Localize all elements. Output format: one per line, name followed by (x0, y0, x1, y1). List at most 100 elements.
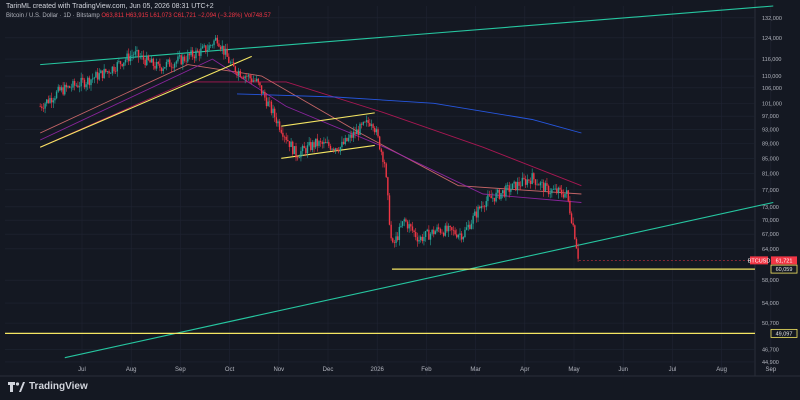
candle-body (359, 123, 361, 135)
candle-body (82, 77, 84, 80)
candle-body (124, 59, 127, 63)
candle-body (485, 201, 487, 208)
candle-body (226, 48, 228, 57)
candle-body (526, 179, 528, 185)
candle-body (549, 193, 551, 195)
legend-change: −2,094 (−3.28%) (197, 13, 243, 19)
candle-body (562, 194, 565, 198)
candle-body (546, 183, 548, 186)
candle-body (192, 50, 194, 57)
candle-body (187, 53, 189, 62)
candle-body (242, 77, 245, 79)
candle-body (236, 72, 238, 76)
candle-body (349, 134, 351, 138)
chart-canvas[interactable]: 60,05949,097BTCUSD 61,721 132,000124,0001… (0, 0, 800, 400)
candle-body (210, 45, 212, 46)
candle-body (406, 221, 409, 229)
candle-body (426, 229, 428, 232)
candle-body (341, 141, 343, 148)
candle-body (228, 56, 230, 63)
price-tick-label: 77,000 (762, 188, 779, 194)
candle-body (108, 71, 110, 74)
price-tick-label: 124,000 (762, 36, 782, 42)
candle-body (533, 173, 535, 180)
price-tick-label: 110,000 (762, 74, 781, 80)
candle-body (493, 197, 496, 202)
candle-body (342, 141, 345, 145)
moving-average-line (236, 93, 582, 134)
candle-body (405, 219, 407, 222)
candle-body (177, 56, 179, 62)
candle-body (556, 188, 558, 194)
candle-body (178, 55, 181, 57)
price-tick-label: 44,900 (762, 360, 779, 366)
candle-body (460, 233, 463, 240)
candle-body (536, 184, 538, 186)
candle-body (410, 224, 412, 227)
candle-body (488, 195, 491, 196)
candle-body (505, 185, 507, 197)
ohlc-legend: Bitcoin / U.S. Dollar · 1D · Bitstamp O6… (6, 13, 271, 19)
candle-body (328, 142, 330, 146)
candle-body (400, 225, 402, 227)
candle-body (449, 225, 451, 228)
candle-body (83, 79, 86, 88)
candle-body (214, 37, 217, 41)
candle-body (241, 76, 243, 78)
candle-body (47, 99, 50, 103)
candle-body (570, 213, 573, 224)
candle-body (283, 136, 286, 138)
candle-body (326, 142, 328, 143)
time-axis[interactable]: Jul Aug Sep Oct Nov Dec 2026 Feb Mar Apr May Jun Jul… (78, 367, 777, 373)
candle-body (419, 236, 422, 241)
price-tick-label: 50,700 (762, 321, 779, 327)
horizontal-levels: 60,059 49,097 BTCUSD 61,721 (5, 256, 798, 338)
candle-body (175, 61, 177, 64)
candle-body (339, 147, 341, 152)
candle-body (398, 226, 401, 240)
time-tick-label: Feb (421, 367, 432, 373)
candle-body (470, 223, 473, 229)
candle-body (403, 219, 405, 222)
candle-body (315, 138, 317, 148)
candle-body (469, 224, 471, 229)
candle-body (260, 85, 263, 94)
candle-body (288, 141, 291, 147)
candle-body (434, 231, 437, 235)
candle-body (497, 189, 499, 193)
candle-body (128, 53, 130, 62)
candle-body (501, 190, 504, 194)
candle-body (495, 192, 497, 202)
candle-body (477, 206, 479, 218)
candle-body (278, 121, 281, 130)
candle-body (147, 55, 150, 60)
candle-body (157, 62, 159, 64)
price-axis[interactable]: 132,000 124,000 116,000 110,000 106,000 101,0… (762, 16, 782, 366)
price-tick-label: 106,000 (762, 86, 782, 92)
candle-body (444, 225, 446, 236)
price-tick-label: 89,000 (762, 142, 779, 148)
candle-body (90, 79, 92, 86)
time-tick-label: Oct (225, 367, 235, 373)
candle-body (254, 80, 256, 81)
time-tick-label: May (568, 367, 579, 373)
candle-body (561, 189, 563, 195)
candle-body (316, 138, 319, 146)
support-level-label: 60,059 (776, 267, 793, 273)
candle-body (472, 215, 474, 224)
candle-body (224, 48, 227, 55)
legend-high: H63,915 (125, 13, 149, 19)
brand-name: TradingView (29, 381, 88, 392)
time-tick-label: Jul (78, 367, 86, 373)
candle-body (93, 77, 95, 79)
candle-body (280, 129, 282, 133)
candle-body (180, 55, 182, 65)
candle-body (50, 97, 53, 103)
candle-body (462, 237, 464, 240)
candle-body (552, 189, 555, 191)
tradingview-brand[interactable]: TradingView (8, 381, 88, 392)
time-tick-label: Sep (175, 367, 186, 373)
candle-body (567, 190, 569, 201)
candle-body (62, 87, 64, 95)
candle-body (508, 185, 510, 192)
